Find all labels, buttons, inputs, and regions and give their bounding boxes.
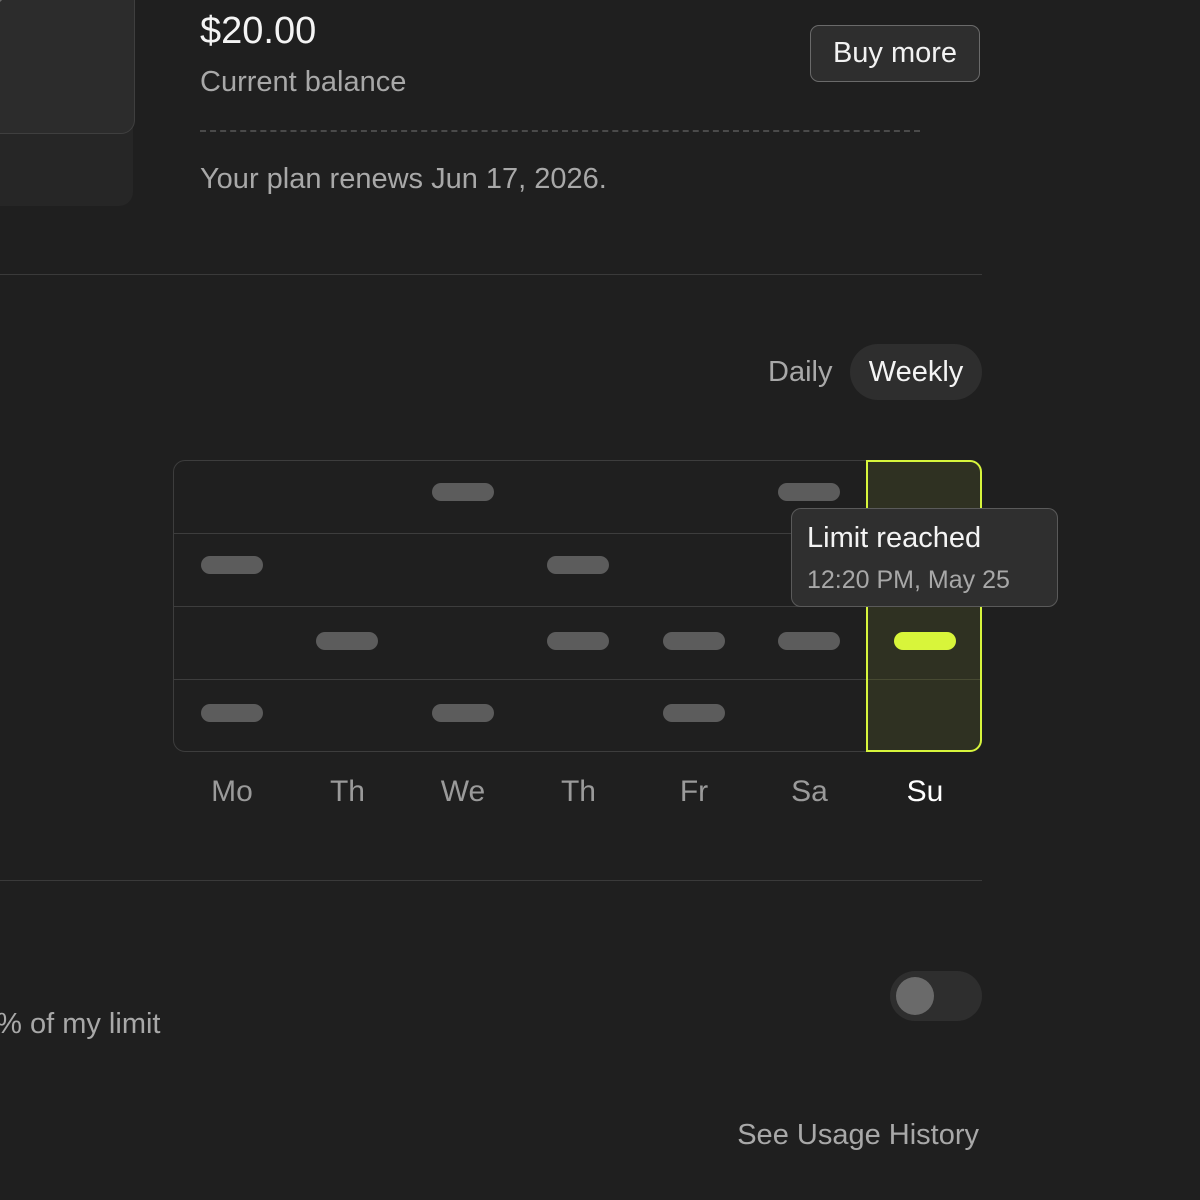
period-tab-daily[interactable]: Daily — [760, 344, 840, 400]
usage-mark[interactable] — [316, 632, 379, 650]
chart-gridline — [174, 606, 866, 607]
usage-mark[interactable] — [662, 632, 725, 650]
day-label-th[interactable]: Th — [290, 772, 406, 812]
toggle-knob — [896, 977, 934, 1015]
usage-mark[interactable] — [431, 704, 494, 722]
chart-tooltip: Limit reached 12:20 PM, May 25 — [791, 508, 1058, 607]
tooltip-timestamp: 12:20 PM, May 25 — [807, 566, 1010, 594]
usage-mark[interactable] — [200, 704, 263, 722]
chart-gridline — [174, 533, 866, 534]
day-label-su[interactable]: Su — [867, 772, 983, 812]
usage-mark[interactable] — [778, 632, 841, 650]
dashed-divider — [200, 130, 920, 132]
day-label-mo[interactable]: Mo — [174, 772, 290, 812]
billing-usage-panel: $20.00 Current balance Buy more Your pla… — [0, 0, 1200, 1200]
usage-mark[interactable] — [778, 483, 841, 501]
limit-alert-toggle[interactable] — [890, 971, 982, 1021]
day-label-sa[interactable]: Sa — [752, 772, 868, 812]
usage-mark[interactable] — [547, 556, 610, 574]
credit-card-thumbnail — [0, 0, 135, 134]
section-divider — [0, 274, 982, 275]
tooltip-title: Limit reached — [807, 522, 982, 554]
usage-mark[interactable] — [662, 704, 725, 722]
limit-alert-label: 0% of my limit — [0, 1008, 161, 1040]
day-label-th[interactable]: Th — [521, 772, 637, 812]
day-label-we[interactable]: We — [405, 772, 521, 812]
usage-mark-highlighted[interactable] — [893, 632, 956, 650]
chart-gridline — [174, 679, 866, 680]
usage-mark[interactable] — [547, 632, 610, 650]
period-tab-weekly[interactable]: Weekly — [850, 344, 982, 400]
buy-more-button[interactable]: Buy more — [810, 25, 980, 82]
usage-mark[interactable] — [431, 483, 494, 501]
card-pattern-icon — [0, 0, 3, 3]
plan-renewal-text: Your plan renews Jun 17, 2026. — [200, 163, 607, 195]
see-usage-history-link[interactable]: See Usage History — [737, 1116, 979, 1154]
balance-amount: $20.00 — [200, 10, 317, 52]
balance-label: Current balance — [200, 66, 407, 98]
usage-mark[interactable] — [200, 556, 263, 574]
chart-gridline — [868, 679, 980, 680]
section-divider — [0, 880, 982, 881]
day-label-fr[interactable]: Fr — [636, 772, 752, 812]
